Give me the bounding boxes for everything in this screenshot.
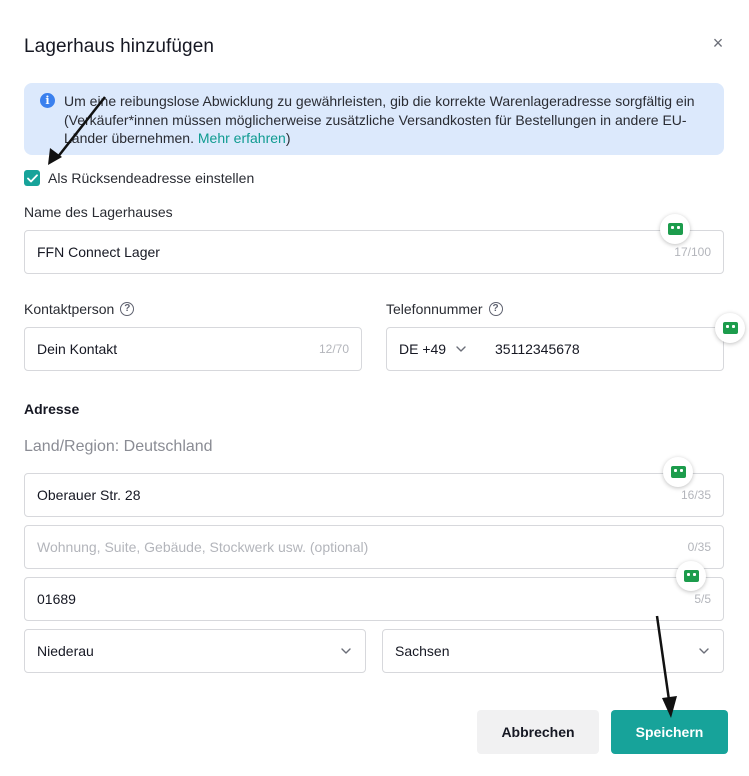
dialog-title: Lagerhaus hinzufügen <box>24 36 215 57</box>
return-address-checkbox[interactable] <box>24 170 40 186</box>
warehouse-name-label-text: Name des Lagerhauses <box>24 204 173 220</box>
autofill-extension-icon[interactable] <box>660 214 690 244</box>
postal-code-input[interactable]: 01689 5/5 <box>24 577 724 621</box>
info-text: Um eine reibungslose Abwicklung zu gewäh… <box>64 93 695 146</box>
save-button[interactable]: Speichern <box>611 710 728 754</box>
contact-person-label-text: Kontaktperson <box>24 301 115 317</box>
contact-person-counter: 12/70 <box>318 342 349 356</box>
warehouse-name-value: FFN Connect Lager <box>37 244 160 260</box>
close-icon[interactable]: × <box>709 34 727 52</box>
street-counter: 16/35 <box>680 488 711 502</box>
phone-label: Telefonnummer ? <box>386 301 503 317</box>
warehouse-name-input[interactable]: FFN Connect Lager 17/100 <box>24 230 724 274</box>
city-value: Niederau <box>37 643 94 659</box>
learn-more-link[interactable]: Mehr erfahren <box>198 130 286 146</box>
chevron-down-icon <box>456 346 466 352</box>
autofill-extension-icon[interactable] <box>676 561 706 591</box>
help-circle-icon[interactable]: ? <box>120 302 135 316</box>
country-code-value: DE +49 <box>399 341 447 357</box>
help-circle-icon[interactable]: ? <box>488 302 503 316</box>
info-icon: i <box>40 93 55 108</box>
checkmark-icon <box>26 173 38 182</box>
city-select[interactable]: Niederau <box>24 629 366 673</box>
address-line2-counter: 0/35 <box>687 540 711 554</box>
contact-person-input[interactable]: Dein Kontakt 12/70 <box>24 327 362 371</box>
cancel-button[interactable]: Abbrechen <box>477 710 599 754</box>
postal-code-value: 01689 <box>37 591 76 607</box>
contact-person-label: Kontaktperson ? <box>24 301 135 317</box>
address-line2-placeholder: Wohnung, Suite, Gebäude, Stockwerk usw. … <box>37 539 369 555</box>
region-label: Land/Region: Deutschland <box>24 438 213 455</box>
return-address-label: Als Rücksendeadresse einstellen <box>48 170 255 186</box>
autofill-extension-icon[interactable] <box>663 457 693 487</box>
address-line2-input[interactable]: Wohnung, Suite, Gebäude, Stockwerk usw. … <box>24 525 724 569</box>
info-text-closing: ) <box>285 130 291 146</box>
autofill-extension-icon[interactable] <box>715 313 745 343</box>
return-address-option[interactable]: Als Rücksendeadresse einstellen <box>24 170 254 186</box>
phone-input[interactable]: DE +49 35112345678 <box>386 327 724 371</box>
chevron-down-icon <box>341 648 351 654</box>
info-banner: i Um eine reibungslose Abwicklung zu gew… <box>24 83 724 155</box>
postal-code-counter: 5/5 <box>694 592 711 606</box>
contact-person-value: Dein Kontakt <box>37 341 118 357</box>
chevron-down-icon <box>699 648 709 654</box>
state-value: Sachsen <box>395 643 450 659</box>
phone-label-text: Telefonnummer <box>386 301 483 317</box>
address-section-label: Adresse <box>24 401 80 417</box>
warehouse-name-counter: 17/100 <box>674 245 711 259</box>
street-value: Oberauer Str. 28 <box>37 487 141 503</box>
country-code-select[interactable]: DE +49 <box>399 341 495 357</box>
street-input[interactable]: Oberauer Str. 28 16/35 <box>24 473 724 517</box>
warehouse-name-label: Name des Lagerhauses <box>24 204 173 220</box>
state-select[interactable]: Sachsen <box>382 629 724 673</box>
phone-number-value: 35112345678 <box>495 341 580 357</box>
